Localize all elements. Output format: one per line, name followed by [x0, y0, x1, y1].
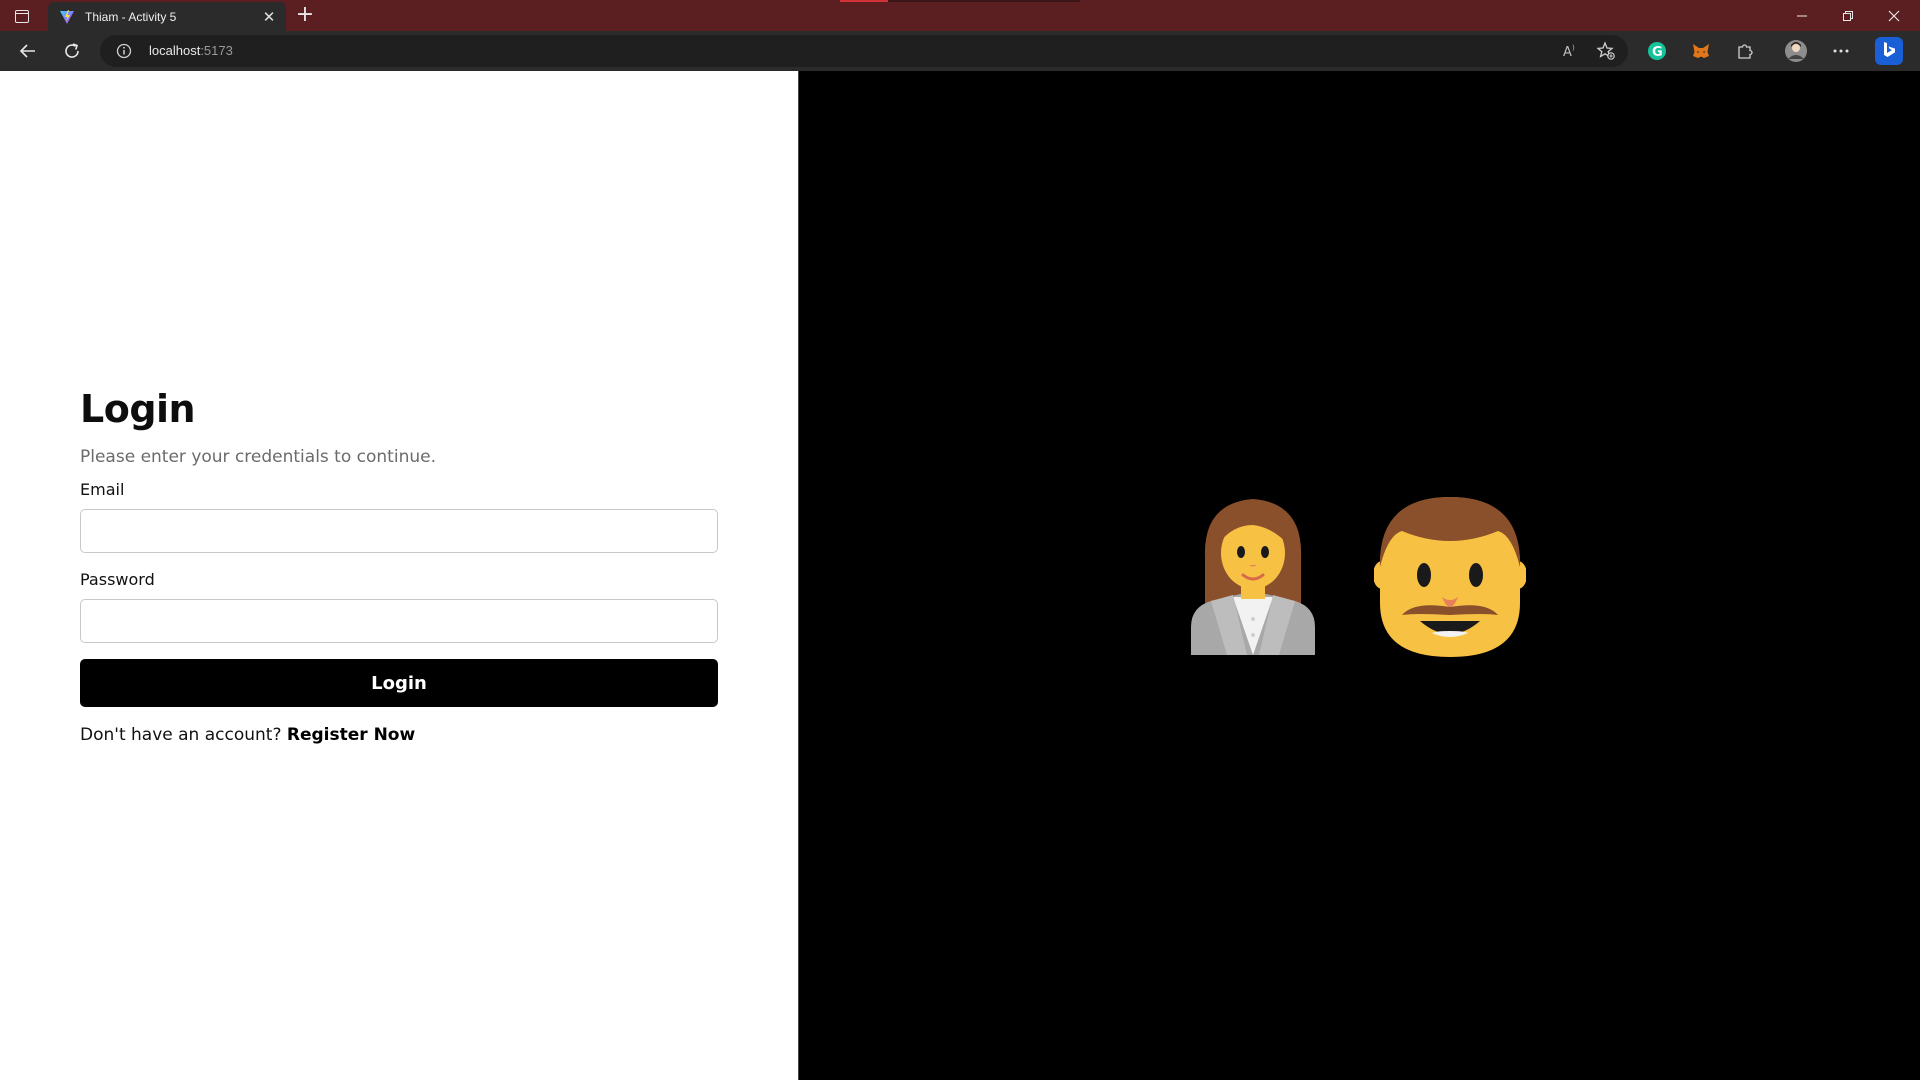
tab-title: Thiam - Activity 5 [85, 9, 177, 24]
site-info-icon[interactable] [116, 43, 132, 63]
profile-avatar[interactable] [1783, 38, 1809, 64]
man-face-icon [1374, 497, 1526, 657]
extensions-puzzle-icon[interactable] [1733, 39, 1757, 63]
tab-list-icon [15, 9, 29, 23]
tab-actions-button[interactable] [12, 6, 32, 26]
svg-text:G: G [1652, 45, 1663, 60]
vite-favicon-icon [59, 9, 75, 25]
register-prompt: Don't have an account? Register Now [80, 725, 718, 745]
login-form: Login Please enter your credentials to c… [80, 387, 718, 745]
restore-button[interactable] [1825, 0, 1871, 31]
address-url: localhost:5173 [149, 43, 233, 58]
new-tab-button[interactable]: + [294, 4, 316, 26]
refresh-icon [65, 43, 79, 58]
close-icon [1888, 10, 1900, 21]
read-aloud-icon[interactable]: A) [1558, 39, 1582, 63]
profile-avatar-icon [1785, 40, 1807, 62]
minimize-button[interactable] [1779, 0, 1825, 31]
back-button[interactable] [14, 37, 42, 65]
login-subtitle: Please enter your credentials to continu… [80, 447, 436, 467]
metamask-extension-icon[interactable] [1689, 39, 1713, 63]
settings-more-icon[interactable] [1829, 39, 1853, 63]
restore-icon [1843, 10, 1853, 21]
register-now-link[interactable]: Register Now [287, 725, 415, 745]
login-panel: Login Please enter your credentials to c… [0, 71, 798, 1080]
url-port: :5173 [200, 43, 233, 58]
url-host: localhost [149, 43, 201, 58]
svg-text:A: A [1563, 45, 1572, 60]
browser-toolbar: localhost:5173 A) G [0, 31, 1920, 71]
browser-title-bar: Thiam - Activity 5 ✕ + [0, 0, 1920, 31]
login-button[interactable]: Login [80, 659, 718, 707]
grammarly-extension-icon[interactable]: G [1645, 39, 1669, 63]
svg-text:): ) [1572, 44, 1575, 52]
back-arrow-icon [19, 44, 35, 58]
password-label: Password [80, 570, 155, 589]
minimize-icon [1797, 15, 1807, 16]
email-field[interactable] [80, 509, 718, 553]
bing-copilot-icon[interactable] [1874, 36, 1904, 66]
tab-close-icon[interactable]: ✕ [260, 8, 278, 26]
page-title: Login [80, 387, 196, 431]
page-content: Login Please enter your credentials to c… [0, 71, 1920, 1080]
woman-office-worker-icon [1191, 499, 1315, 655]
illustration-panel [799, 71, 1920, 1080]
password-field[interactable] [80, 599, 718, 643]
close-window-button[interactable] [1871, 0, 1917, 31]
refresh-button[interactable] [58, 37, 86, 65]
browser-tab-active[interactable]: Thiam - Activity 5 ✕ [48, 2, 286, 31]
loading-indicator [840, 0, 1080, 2]
address-bar[interactable]: localhost:5173 A) [100, 35, 1628, 67]
add-favorite-icon[interactable] [1594, 39, 1618, 63]
register-prompt-text: Don't have an account? [80, 725, 282, 745]
email-label: Email [80, 480, 125, 499]
